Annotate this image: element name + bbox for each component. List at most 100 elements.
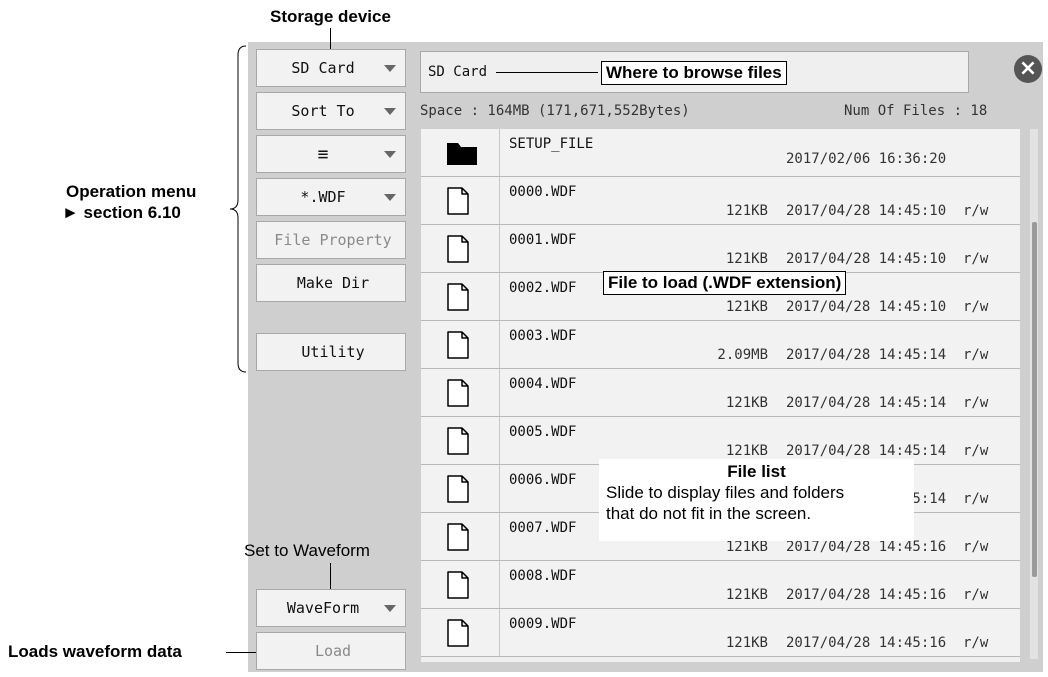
file-date: 2017/04/28 14:45:16: [786, 587, 947, 603]
file-filter-dropdown[interactable]: *.WDF: [256, 178, 406, 216]
load-label: Load: [314, 642, 352, 660]
operation-menu-section-ref: ► section 6.10: [62, 203, 181, 222]
set-to-waveform-leader: [330, 563, 331, 589]
file-icon-cell: [421, 225, 500, 272]
file-size: 121KB: [725, 203, 768, 219]
file-date: 2017/02/06 16:36:20: [786, 151, 947, 167]
file-size: 121KB: [725, 395, 768, 411]
utility-label: Utility: [301, 343, 365, 361]
chevron-down-icon: [384, 151, 396, 158]
where-to-browse-annotation: Where to browse files: [601, 61, 787, 85]
file-icon-cell: [421, 417, 500, 464]
file-date: 2017/04/28 14:45:14: [786, 395, 947, 411]
chevron-down-icon: [384, 194, 396, 201]
storage-device-leader: [330, 28, 331, 49]
set-to-waveform-annotation: Set to Waveform: [244, 541, 370, 560]
sort-to-label: Sort To: [291, 102, 355, 120]
file-row[interactable]: SETUP_FILE 2017/02/06 16:36:20: [421, 129, 1020, 177]
loads-waveform-leader: [226, 652, 256, 653]
utility-button[interactable]: Utility: [256, 333, 406, 371]
document-icon: [447, 619, 469, 647]
file-attr: r/w: [963, 443, 989, 459]
file-attr: r/w: [963, 299, 989, 315]
file-size: 121KB: [725, 251, 768, 267]
view-mode-dropdown[interactable]: ≡: [256, 135, 406, 173]
waveform-dropdown[interactable]: WaveForm: [256, 589, 406, 627]
file-list-annotation: File list Slide to display files and fol…: [599, 459, 914, 541]
file-size: 121KB: [725, 635, 768, 651]
browse-path: SD Card: [428, 64, 488, 80]
sort-to-dropdown[interactable]: Sort To: [256, 92, 406, 130]
file-to-load-annotation: File to load (.WDF extension): [603, 271, 847, 295]
file-size: 121KB: [725, 299, 768, 315]
file-row[interactable]: 0003.WDF 2.09MB 2017/04/28 14:45:14 r/w: [421, 321, 1020, 369]
storage-device-dropdown[interactable]: SD Card: [256, 49, 406, 87]
file-size: 2.09MB: [717, 347, 768, 363]
file-row[interactable]: 0008.WDF 121KB 2017/04/28 14:45:16 r/w: [421, 561, 1020, 609]
file-name: 0008.WDF: [509, 568, 577, 584]
file-size: 121KB: [725, 539, 768, 555]
file-name: 0000.WDF: [509, 184, 577, 200]
file-icon-cell: [421, 513, 500, 560]
file-row[interactable]: 0009.WDF 121KB 2017/04/28 14:45:16 r/w: [421, 609, 1020, 657]
waveform-label: WaveForm: [286, 599, 360, 617]
operation-menu-annotation: Operation menu: [66, 182, 197, 201]
make-dir-button[interactable]: Make Dir: [256, 264, 406, 302]
file-icon-cell: [421, 273, 500, 320]
file-icon-cell: [421, 129, 500, 176]
file-name: SETUP_FILE: [509, 136, 594, 152]
file-row[interactable]: 0004.WDF 121KB 2017/04/28 14:45:14 r/w: [421, 369, 1020, 417]
file-name: 0002.WDF: [509, 280, 577, 296]
load-button[interactable]: Load: [256, 632, 406, 670]
free-space-text: Space : 164MB (171,671,552Bytes): [420, 103, 690, 119]
list-view-icon: ≡: [317, 143, 329, 165]
file-list-annotation-title: File list: [727, 462, 786, 481]
file-date: 2017/04/28 14:45:10: [786, 203, 947, 219]
file-name: 0003.WDF: [509, 328, 577, 344]
file-filter-label: *.WDF: [300, 188, 346, 206]
document-icon: [447, 475, 469, 503]
file-attr: r/w: [963, 347, 989, 363]
file-icon-cell: [421, 609, 500, 656]
file-date: 2017/04/28 14:45:10: [786, 251, 947, 267]
document-icon: [447, 283, 469, 311]
num-files-text: Num Of Files : 18: [844, 103, 988, 119]
file-attr: r/w: [963, 635, 989, 651]
document-icon: [447, 427, 469, 455]
file-property-button[interactable]: File Property: [256, 221, 406, 259]
storage-device-label: SD Card: [291, 59, 355, 77]
file-date: 2017/04/28 14:45:14: [786, 347, 947, 363]
file-attr: r/w: [963, 587, 989, 603]
operation-menu-bracket: [229, 45, 247, 373]
document-icon: [447, 235, 469, 263]
file-row[interactable]: 0001.WDF 121KB 2017/04/28 14:45:10 r/w: [421, 225, 1020, 273]
close-icon[interactable]: ×: [1014, 55, 1042, 83]
file-date: 2017/04/28 14:45:10: [786, 299, 947, 315]
file-list-annotation-desc2: that do not fit in the screen.: [606, 504, 812, 523]
browse-leader: [496, 72, 598, 73]
storage-device-annotation: Storage device: [270, 7, 391, 26]
file-property-label: File Property: [274, 231, 392, 249]
file-size: 121KB: [725, 443, 768, 459]
file-date: 2017/04/28 14:45:16: [786, 539, 947, 555]
document-icon: [447, 187, 469, 215]
file-name: 0001.WDF: [509, 232, 577, 248]
chevron-down-icon: [384, 108, 396, 115]
scrollbar-thumb[interactable]: [1032, 222, 1037, 577]
file-attr: r/w: [963, 395, 989, 411]
file-date: 2017/04/28 14:45:14: [786, 443, 947, 459]
file-name: 0004.WDF: [509, 376, 577, 392]
file-icon-cell: [421, 321, 500, 368]
file-list-annotation-desc1: Slide to display files and folders: [606, 483, 845, 502]
file-date: 2017/04/28 14:45:16: [786, 635, 947, 651]
file-name: 0005.WDF: [509, 424, 577, 440]
document-icon: [447, 331, 469, 359]
file-icon-cell: [421, 465, 500, 512]
file-name: 0006.WDF: [509, 472, 577, 488]
file-list[interactable]: SETUP_FILE 2017/02/06 16:36:20 0000.WDF 121…: [421, 129, 1020, 662]
loads-waveform-annotation: Loads waveform data: [8, 642, 182, 661]
file-attr: r/w: [963, 203, 989, 219]
file-name: 0009.WDF: [509, 616, 577, 632]
file-row[interactable]: 0000.WDF 121KB 2017/04/28 14:45:10 r/w: [421, 177, 1020, 225]
file-row[interactable]: 0005.WDF 121KB 2017/04/28 14:45:14 r/w: [421, 417, 1020, 465]
